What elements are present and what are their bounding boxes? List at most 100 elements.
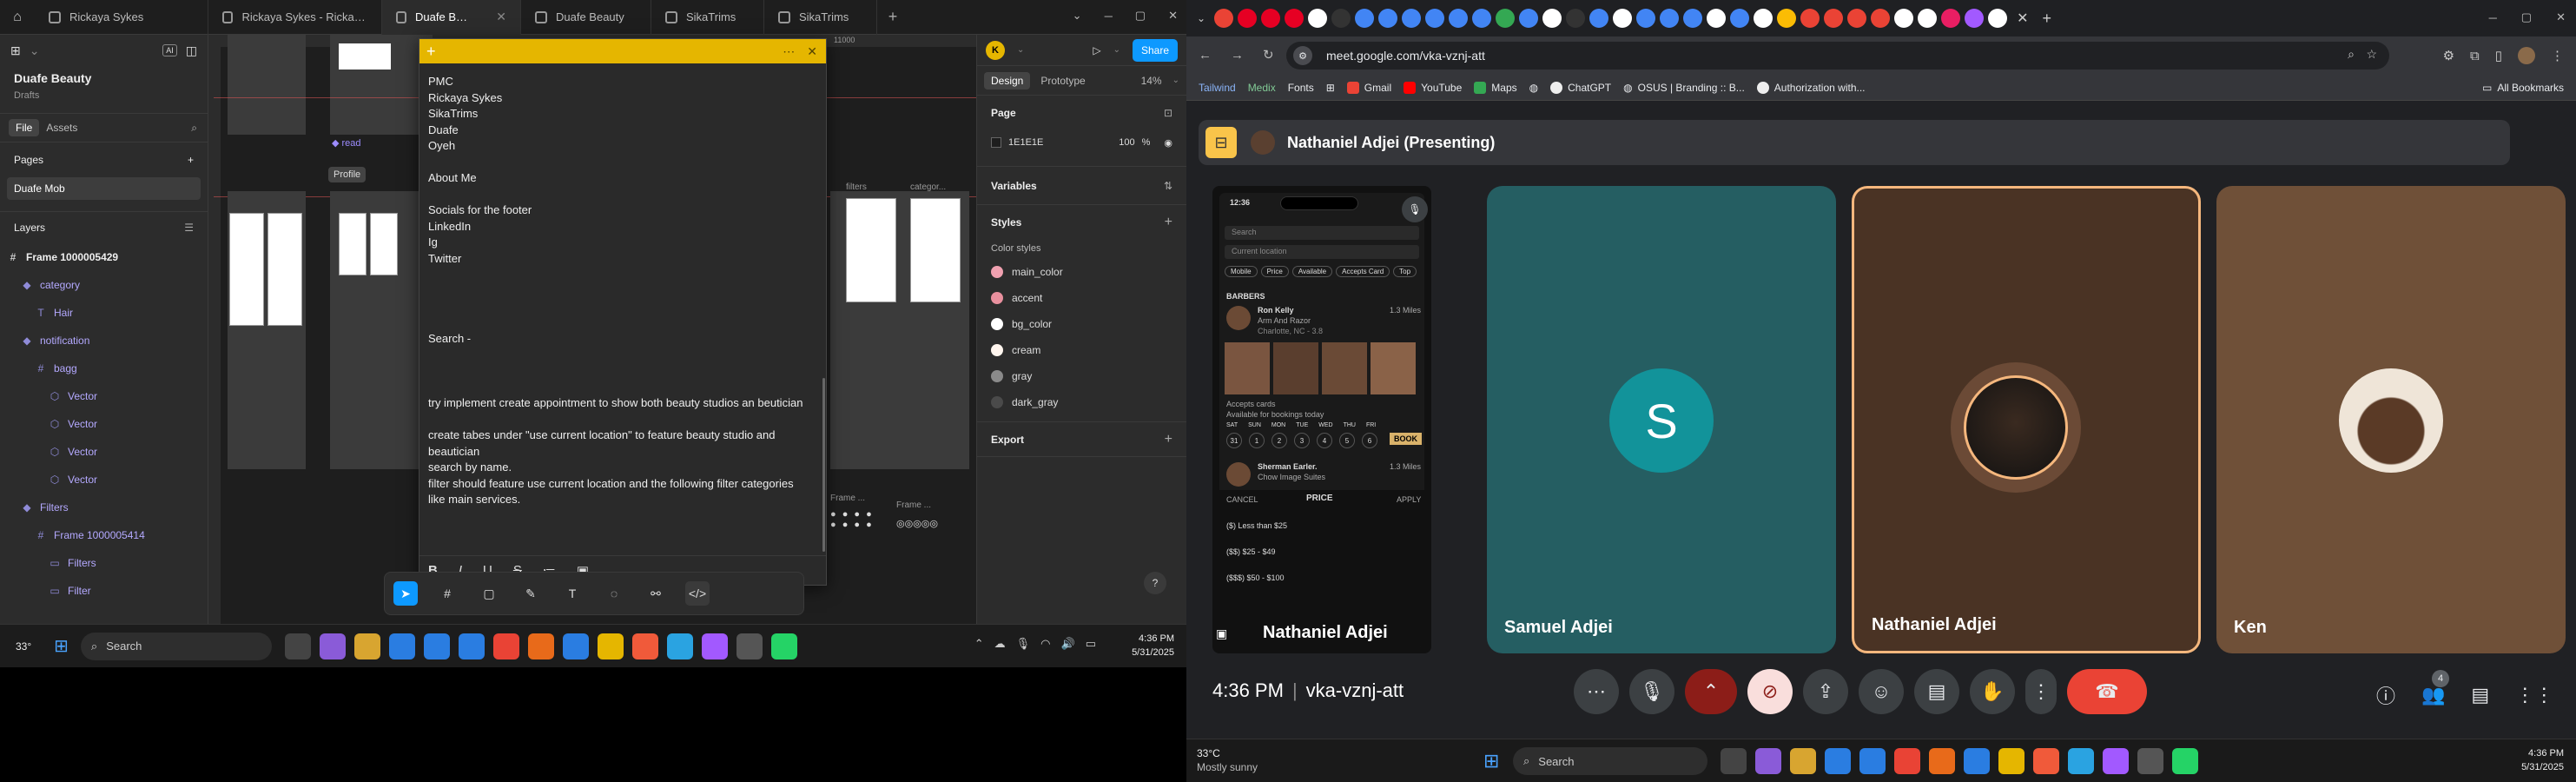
close-icon[interactable]: ✕ xyxy=(496,10,506,24)
pinned-tab-icon[interactable] xyxy=(1355,9,1375,28)
activities-icon[interactable]: ⋮⋮ xyxy=(2515,684,2553,706)
sticky-header[interactable]: + ⋯ ✕ xyxy=(419,39,826,63)
pinned-tab-icon[interactable] xyxy=(1285,9,1305,28)
zoom-icon[interactable]: ⌕ xyxy=(2348,47,2355,62)
tab-design[interactable]: Design xyxy=(984,71,1031,89)
color-style-item[interactable]: accent xyxy=(977,285,1186,311)
bookmark[interactable]: Maps xyxy=(1474,81,1517,94)
pinned-tab-icon[interactable] xyxy=(1238,9,1258,28)
tab-prototype[interactable]: Prototype xyxy=(1040,75,1085,87)
layer-item[interactable]: ⬡ Vector xyxy=(0,382,208,410)
eye-icon[interactable]: ◉ xyxy=(1164,137,1172,149)
chrome-icon[interactable] xyxy=(1894,748,1920,774)
pinned-tab-icon[interactable] xyxy=(1730,9,1750,28)
layer-item[interactable]: T Hair xyxy=(0,299,208,327)
app-icon[interactable] xyxy=(527,633,554,659)
cloud-icon[interactable]: ☁ xyxy=(994,637,1006,651)
raise-hand-button[interactable]: ✋ xyxy=(1970,669,2015,714)
add-style-icon[interactable]: + xyxy=(1165,215,1172,230)
presentation-icon[interactable]: ⊟ xyxy=(1205,127,1237,158)
page-color-value[interactable]: 1E1E1E xyxy=(1008,137,1043,148)
pinned-tab-icon[interactable] xyxy=(1894,9,1914,28)
figma-tab[interactable]: Rickaya Sykes xyxy=(35,0,208,35)
telegram-icon[interactable] xyxy=(2068,748,2094,774)
pinned-tab-icon[interactable] xyxy=(1331,9,1351,28)
maximize-icon[interactable]: ▢ xyxy=(1135,9,1146,23)
all-bookmarks[interactable]: ▭ All Bookmarks xyxy=(2482,82,2564,94)
windows-start-icon[interactable]: ⊞ xyxy=(1483,750,1499,772)
bookmark[interactable]: Gmail xyxy=(1346,81,1391,94)
tab-search-icon[interactable]: ⌄ xyxy=(1197,12,1205,24)
collapse-icon[interactable]: ☰ xyxy=(184,222,194,234)
figma-home-icon[interactable]: ⌂ xyxy=(0,0,35,35)
pinned-tab-icon[interactable] xyxy=(1449,9,1469,28)
camera-off-button[interactable]: ⊘ xyxy=(1747,669,1793,714)
layer-item[interactable]: ⬡ Vector xyxy=(0,438,208,466)
taskbar-search[interactable]: ⌕ Search xyxy=(80,632,272,660)
move-tool-icon[interactable]: ➤ xyxy=(393,581,418,606)
pinned-tab-icon[interactable] xyxy=(1988,9,2008,28)
maximize-icon[interactable]: ▢ xyxy=(2521,10,2532,24)
pinned-tab-icon[interactable] xyxy=(1308,9,1328,28)
minimize-icon[interactable]: ─ xyxy=(1105,10,1113,23)
figma-tab[interactable]: Duafe Beauty xyxy=(521,0,651,35)
project-name[interactable]: Duafe Beauty xyxy=(0,71,208,85)
taskbar-clock[interactable]: 4:36 PM 5/31/2025 xyxy=(1132,632,1174,659)
pinned-tab-icon[interactable] xyxy=(1214,9,1234,28)
page-color-swatch[interactable] xyxy=(991,137,1001,148)
forward-icon[interactable]: → xyxy=(1231,48,1244,63)
weather-widget[interactable]: 33° xyxy=(16,640,31,653)
variables-icon[interactable]: ⇅ xyxy=(1164,180,1172,192)
color-style-item[interactable]: cream xyxy=(977,337,1186,363)
pinned-tab-icon[interactable] xyxy=(1965,9,1985,28)
present-button[interactable]: ⇪ xyxy=(1803,669,1848,714)
pinned-tab-icon[interactable] xyxy=(1707,9,1727,28)
figma-tab[interactable]: SikaTrims xyxy=(764,0,877,35)
app-icon[interactable] xyxy=(1929,748,1955,774)
close-icon[interactable]: ✕ xyxy=(807,44,817,59)
todo-icon[interactable] xyxy=(562,633,589,659)
sticky-notes-icon[interactable] xyxy=(1998,748,2024,774)
pinned-tab-icon[interactable] xyxy=(1871,9,1891,28)
globe-icon[interactable]: ◍ xyxy=(1529,82,1538,94)
actions-tool-icon[interactable]: ⚯ xyxy=(644,581,668,606)
figma-tab[interactable]: Rickaya Sykes - Rickaya web xyxy=(208,0,382,35)
text-tool-icon[interactable]: T xyxy=(560,581,585,606)
page-item[interactable]: Duafe Mob xyxy=(7,177,201,200)
sticky-notes-icon[interactable] xyxy=(597,633,624,659)
vscode-icon[interactable] xyxy=(1859,748,1886,774)
file-explorer-icon[interactable] xyxy=(1790,748,1816,774)
pinned-tab-icon[interactable] xyxy=(1800,9,1820,28)
more-vert-button[interactable]: ⋮ xyxy=(2025,669,2057,714)
pinned-tab-icon[interactable] xyxy=(1824,9,1844,28)
figma-icon[interactable] xyxy=(2103,748,2129,774)
bookmark[interactable]: ChatGPT xyxy=(1550,81,1611,94)
close-icon[interactable]: ✕ xyxy=(1168,9,1178,23)
calculator-icon[interactable] xyxy=(736,633,763,659)
pen-tool-icon[interactable]: ✎ xyxy=(519,581,543,606)
whatsapp-icon[interactable] xyxy=(770,633,797,659)
extension-icon[interactable]: ⚙ xyxy=(2443,48,2454,63)
profile-avatar[interactable] xyxy=(2518,47,2535,64)
minimize-icon[interactable]: ─ xyxy=(2489,11,2497,24)
pinned-tab-icon[interactable] xyxy=(1378,9,1398,28)
pinned-tab-icon[interactable] xyxy=(1425,9,1445,28)
weather-widget[interactable]: 33°C Mostly sunny xyxy=(1197,746,1258,774)
layer-item[interactable]: ◆ category xyxy=(0,271,208,299)
close-icon[interactable]: ✕ xyxy=(2017,10,2028,27)
chat-icon[interactable]: ▤ xyxy=(2471,684,2489,706)
store-icon[interactable] xyxy=(388,633,415,659)
more-icon[interactable]: ⋯ xyxy=(783,44,795,59)
tab-assets[interactable]: Assets xyxy=(46,122,77,134)
pinned-tab-icon[interactable] xyxy=(1777,9,1797,28)
task-view-icon[interactable] xyxy=(1721,748,1747,774)
pinned-tab-icon[interactable] xyxy=(1683,9,1703,28)
site-info-icon[interactable]: ⚙ xyxy=(1293,46,1312,65)
pinned-tab-icon[interactable] xyxy=(1847,9,1867,28)
pinned-tab-icon[interactable] xyxy=(1542,9,1562,28)
pinned-tab-icon[interactable] xyxy=(1566,9,1586,28)
play-icon[interactable]: ▷ xyxy=(1093,44,1100,56)
telegram-icon[interactable] xyxy=(666,633,693,659)
color-style-item[interactable]: dark_gray xyxy=(977,389,1186,415)
vscode-icon[interactable] xyxy=(423,633,450,659)
